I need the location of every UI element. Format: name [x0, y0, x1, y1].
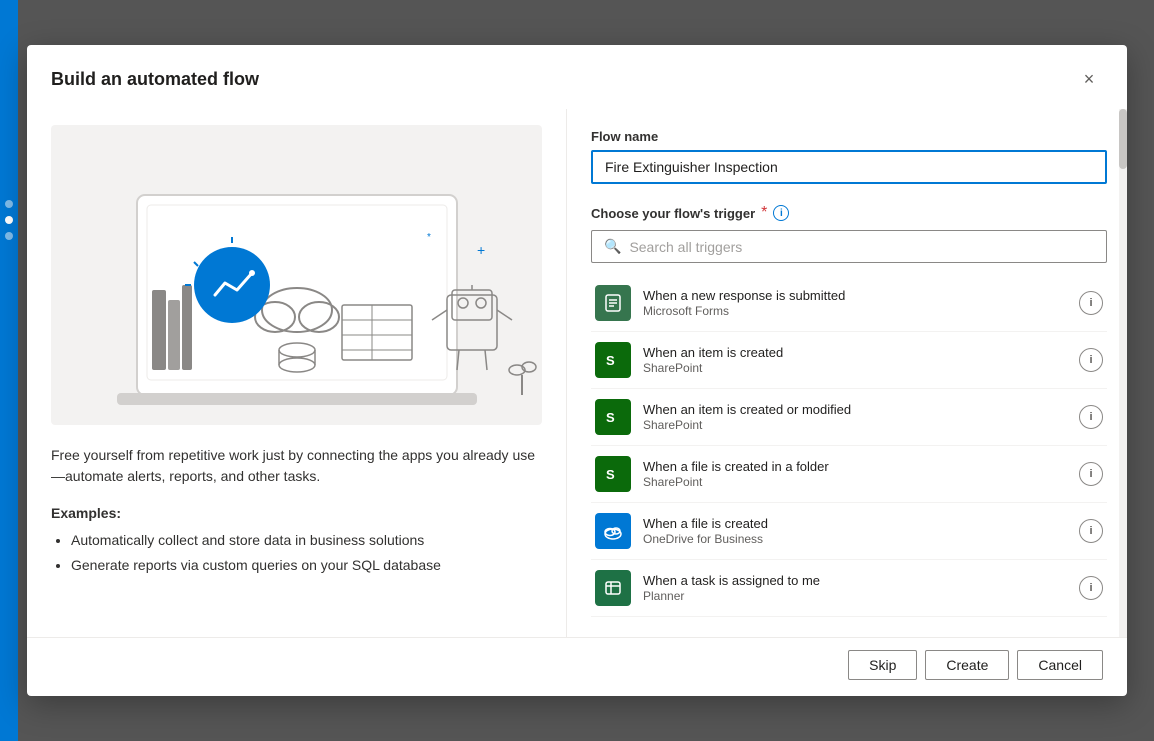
- trigger-icon: [595, 285, 631, 321]
- dialog-footer: Skip Create Cancel: [27, 637, 1127, 696]
- dialog-header: Build an automated flow ×: [27, 45, 1127, 109]
- trigger-info-button[interactable]: i: [1079, 348, 1103, 372]
- dialog-title: Build an automated flow: [51, 69, 259, 90]
- sidebar-dot-2: [5, 232, 13, 240]
- right-content: Flow name Choose your flow's trigger * i…: [567, 109, 1127, 637]
- svg-text:S: S: [606, 353, 615, 368]
- trigger-info-button[interactable]: i: [1079, 405, 1103, 429]
- trigger-text: When a new response is submitted Microso…: [643, 288, 1067, 318]
- trigger-text: When an item is created SharePoint: [643, 345, 1067, 375]
- trigger-app: Microsoft Forms: [643, 304, 1067, 318]
- trigger-icon: [595, 513, 631, 549]
- close-button[interactable]: ×: [1075, 65, 1103, 93]
- required-star: *: [761, 204, 767, 222]
- trigger-item[interactable]: S When a file is created in a folder Sha…: [591, 446, 1107, 503]
- trigger-item[interactable]: When a task is assigned to me Planner i: [591, 560, 1107, 617]
- trigger-name: When an item is created: [643, 345, 1067, 360]
- trigger-text: When a file is created OneDrive for Busi…: [643, 516, 1067, 546]
- trigger-app: OneDrive for Business: [643, 532, 1067, 546]
- trigger-name: When a task is assigned to me: [643, 573, 1067, 588]
- trigger-app: SharePoint: [643, 418, 1067, 432]
- sidebar-dot-active: [5, 216, 13, 224]
- trigger-app: SharePoint: [643, 475, 1067, 489]
- trigger-icon: S: [595, 342, 631, 378]
- trigger-app: Planner: [643, 589, 1067, 603]
- trigger-icon: [595, 570, 631, 606]
- trigger-info-button[interactable]: i: [1079, 576, 1103, 600]
- example-2: Generate reports via custom queries on y…: [71, 555, 542, 576]
- trigger-text: When an item is created or modified Shar…: [643, 402, 1067, 432]
- scrollbar-thumb[interactable]: [1119, 109, 1127, 169]
- search-box[interactable]: 🔍 Search all triggers: [591, 230, 1107, 263]
- description-main: Free yourself from repetitive work just …: [51, 445, 542, 487]
- build-automated-flow-dialog: Build an automated flow ×: [27, 45, 1127, 696]
- trigger-item[interactable]: When a file is created OneDrive for Busi…: [591, 503, 1107, 560]
- svg-text:*: *: [427, 232, 431, 243]
- trigger-app: SharePoint: [643, 361, 1067, 375]
- example-1: Automatically collect and store data in …: [71, 530, 542, 551]
- trigger-name: When a file is created in a folder: [643, 459, 1067, 474]
- description: Free yourself from repetitive work just …: [51, 445, 542, 580]
- left-panel: + * Free yourself from repetitive work j…: [27, 109, 567, 637]
- trigger-label: Choose your flow's trigger: [591, 206, 755, 221]
- cancel-button[interactable]: Cancel: [1017, 650, 1103, 680]
- trigger-name: When a file is created: [643, 516, 1067, 531]
- illustration: + *: [51, 125, 542, 425]
- trigger-item[interactable]: S When an item is created or modified Sh…: [591, 389, 1107, 446]
- illustration-svg: + *: [57, 135, 537, 415]
- trigger-name: When an item is created or modified: [643, 402, 1067, 417]
- flow-name-label: Flow name: [591, 129, 1107, 144]
- create-button[interactable]: Create: [925, 650, 1009, 680]
- dialog-body: + * Free yourself from repetitive work j…: [27, 109, 1127, 637]
- trigger-text: When a task is assigned to me Planner: [643, 573, 1067, 603]
- examples-label: Examples:: [51, 503, 542, 524]
- svg-text:S: S: [606, 467, 615, 482]
- examples-list: Automatically collect and store data in …: [51, 530, 542, 576]
- search-placeholder: Search all triggers: [629, 239, 742, 255]
- search-icon: 🔍: [604, 238, 621, 255]
- trigger-section: Choose your flow's trigger * i 🔍 Search …: [591, 204, 1107, 617]
- svg-text:+: +: [477, 242, 485, 258]
- trigger-label-row: Choose your flow's trigger * i: [591, 204, 1107, 222]
- trigger-item[interactable]: S When an item is created SharePoint i: [591, 332, 1107, 389]
- info-icon[interactable]: i: [773, 205, 789, 221]
- sidebar-strip: [0, 0, 18, 741]
- flow-name-input[interactable]: [591, 150, 1107, 184]
- dialog-overlay: Build an automated flow ×: [0, 0, 1154, 741]
- trigger-info-button[interactable]: i: [1079, 291, 1103, 315]
- skip-button[interactable]: Skip: [848, 650, 917, 680]
- triggers-list: When a new response is submitted Microso…: [591, 275, 1107, 617]
- right-panel: Flow name Choose your flow's trigger * i…: [567, 109, 1127, 637]
- trigger-icon: S: [595, 399, 631, 435]
- trigger-info-button[interactable]: i: [1079, 462, 1103, 486]
- flow-name-section: Flow name: [591, 129, 1107, 184]
- trigger-item[interactable]: When a new response is submitted Microso…: [591, 275, 1107, 332]
- trigger-info-button[interactable]: i: [1079, 519, 1103, 543]
- sidebar-dot: [5, 200, 13, 208]
- trigger-icon: S: [595, 456, 631, 492]
- trigger-name: When a new response is submitted: [643, 288, 1067, 303]
- svg-text:S: S: [606, 410, 615, 425]
- scrollbar-track[interactable]: [1119, 109, 1127, 637]
- trigger-text: When a file is created in a folder Share…: [643, 459, 1067, 489]
